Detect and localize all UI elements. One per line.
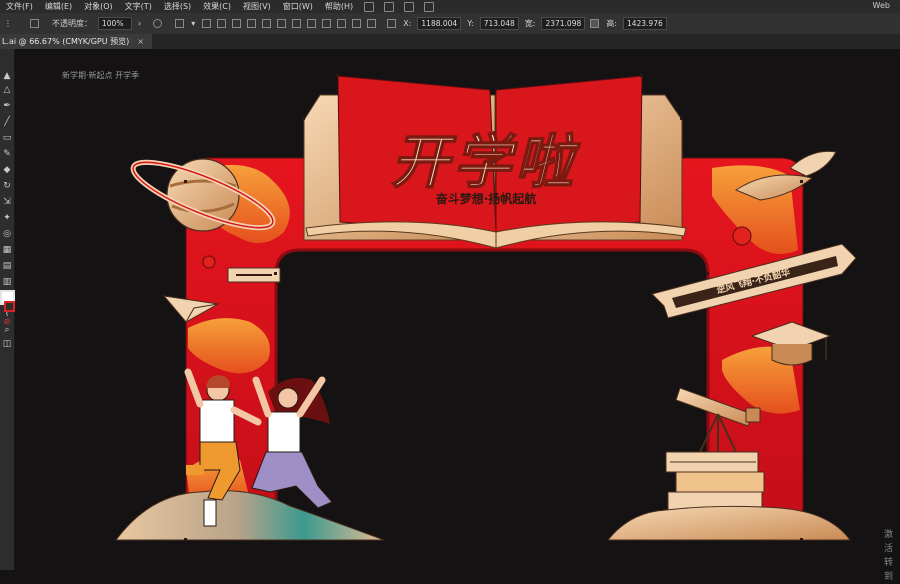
artwork[interactable]: 开学啦 奋斗梦想·扬帆起航 逆风飞翔·不负韶华 [0, 0, 900, 570]
telescope-eyepiece [745, 407, 761, 423]
dot-right [732, 226, 752, 246]
graduation-cap-base [771, 344, 813, 366]
arch-opening [289, 258, 696, 540]
watermark-line2: 转到 [884, 558, 894, 582]
artwork-title[interactable]: 开学啦 [390, 127, 581, 197]
girl-shirt [267, 411, 301, 455]
watermark-line1: 激活 [884, 530, 894, 554]
activation-watermark: 激活 转到 [884, 528, 900, 584]
artwork-subtitle[interactable]: 奋斗梦想·扬帆起航 [435, 191, 537, 206]
boy-shirt [199, 399, 235, 445]
boy-shoe [203, 499, 217, 527]
dot-left [202, 255, 216, 269]
book-stack-2 [675, 471, 765, 493]
girl-head [277, 387, 299, 409]
artboard-label: 新学期·新起点 开学季 [62, 71, 140, 80]
